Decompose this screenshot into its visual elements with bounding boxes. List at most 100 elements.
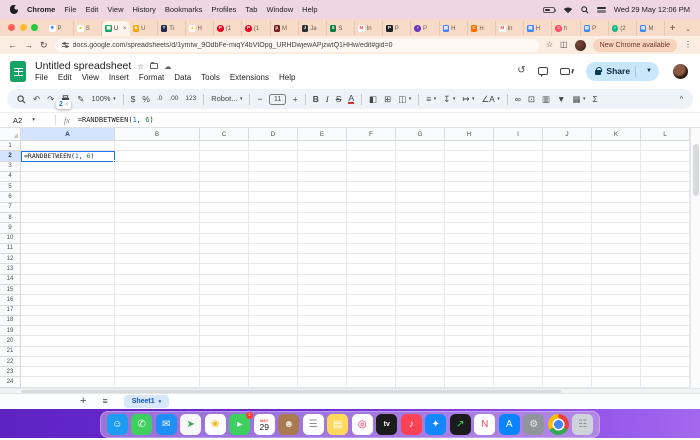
wifi-icon[interactable] <box>563 6 573 14</box>
browser-tab-14[interactable]: ●P <box>411 21 439 36</box>
cell-J17[interactable] <box>543 306 592 316</box>
cell-A10[interactable] <box>21 234 115 244</box>
sheets-menu-tools[interactable]: Tools <box>201 73 220 82</box>
toolbar-format-currency[interactable]: $ <box>131 95 136 104</box>
cell-F10[interactable] <box>347 234 396 244</box>
reload-button[interactable]: ↻ <box>40 41 48 50</box>
dock-calendar-icon[interactable]: MAY29 <box>254 414 275 435</box>
cell-F6[interactable] <box>347 192 396 202</box>
column-header-D[interactable]: D <box>249 128 298 141</box>
browser-tab-17[interactable]: MIn <box>496 21 524 36</box>
cell-L4[interactable] <box>641 172 690 182</box>
browser-tab-8[interactable]: P(1 <box>242 21 270 36</box>
sheets-menu-file[interactable]: File <box>35 73 48 82</box>
toolbar-functions[interactable]: Σ <box>593 95 598 104</box>
cell-A14[interactable] <box>21 275 115 285</box>
cell-I14[interactable] <box>494 275 543 285</box>
cell-A2[interactable]: =RANDBETWEEN(1, 6) <box>21 151 115 161</box>
menubar-datetime[interactable]: Wed 29 May 12:06 PM <box>614 5 690 14</box>
column-header-B[interactable]: B <box>115 128 200 141</box>
star-document-icon[interactable]: ☆ <box>137 62 144 71</box>
cell-F19[interactable] <box>347 326 396 336</box>
cell-L14[interactable] <box>641 275 690 285</box>
cell-H11[interactable] <box>445 244 494 254</box>
cell-I17[interactable] <box>494 306 543 316</box>
account-avatar[interactable] <box>671 62 690 81</box>
row-header-6[interactable]: 6 <box>0 192 21 202</box>
row-header-20[interactable]: 20 <box>0 336 21 346</box>
cell-C2[interactable] <box>200 151 249 161</box>
cell-E16[interactable] <box>298 295 347 305</box>
cell-B21[interactable] <box>115 347 200 357</box>
cell-G14[interactable] <box>396 275 445 285</box>
tab-close-icon[interactable]: × <box>123 25 127 32</box>
cell-C4[interactable] <box>200 172 249 182</box>
row-header-21[interactable]: 21 <box>0 347 21 357</box>
cell-G3[interactable] <box>396 162 445 172</box>
browser-tab-13[interactable]: PP <box>383 21 411 36</box>
toolbar-create-filter[interactable]: ▼ <box>557 95 565 104</box>
cell-B13[interactable] <box>115 264 200 274</box>
dock-finder-icon[interactable]: ☺ <box>107 414 128 435</box>
cell-A18[interactable] <box>21 316 115 326</box>
cell-G8[interactable] <box>396 213 445 223</box>
browser-tab-21[interactable]: ●(2 <box>609 21 637 36</box>
cell-F18[interactable] <box>347 316 396 326</box>
cell-C16[interactable] <box>200 295 249 305</box>
cell-J6[interactable] <box>543 192 592 202</box>
row-header-7[interactable]: 7 <box>0 203 21 213</box>
close-window-button[interactable] <box>8 24 15 31</box>
document-status-cloud-icon[interactable]: ☁ <box>164 62 172 71</box>
cell-J24[interactable] <box>543 377 592 387</box>
cell-G4[interactable] <box>396 172 445 182</box>
cell-I23[interactable] <box>494 367 543 377</box>
document-title[interactable]: Untitled spreadsheet <box>35 60 131 72</box>
cell-J16[interactable] <box>543 295 592 305</box>
cell-L9[interactable] <box>641 223 690 233</box>
cell-H22[interactable] <box>445 357 494 367</box>
cell-B18[interactable] <box>115 316 200 326</box>
cell-G10[interactable] <box>396 234 445 244</box>
cell-L18[interactable] <box>641 316 690 326</box>
cell-B7[interactable] <box>115 203 200 213</box>
cell-K18[interactable] <box>592 316 641 326</box>
browser-tab-10[interactable]: JJa <box>299 21 327 36</box>
menubar-item-history[interactable]: History <box>133 5 156 14</box>
cell-G6[interactable] <box>396 192 445 202</box>
cell-F3[interactable] <box>347 162 396 172</box>
dock-stocks-icon[interactable]: ↗ <box>450 414 471 435</box>
toolbar-insert-chart[interactable]: ▥ <box>542 95 550 104</box>
dropdown-caret-icon[interactable]: ▾ <box>453 97 456 102</box>
toolbar-decrease-font-size[interactable]: − <box>257 95 262 104</box>
dock-facetime-icon[interactable]: ▸1 <box>229 414 250 435</box>
row-header-5[interactable]: 5 <box>0 182 21 192</box>
cell-B9[interactable] <box>115 223 200 233</box>
cell-K13[interactable] <box>592 264 641 274</box>
menubar-app-name[interactable]: Chrome <box>27 5 55 14</box>
cell-I3[interactable] <box>494 162 543 172</box>
cell-L8[interactable] <box>641 213 690 223</box>
cell-I2[interactable] <box>494 151 543 161</box>
toolbar-fill-color[interactable]: ◧ <box>369 95 377 104</box>
sheets-menu-extensions[interactable]: Extensions <box>230 73 269 82</box>
browser-tab-18[interactable]: ▤H <box>524 21 552 36</box>
cell-E19[interactable] <box>298 326 347 336</box>
cell-J1[interactable] <box>543 141 592 151</box>
cell-J22[interactable] <box>543 357 592 367</box>
cell-C5[interactable] <box>200 182 249 192</box>
cell-A7[interactable] <box>21 203 115 213</box>
cell-F12[interactable] <box>347 254 396 264</box>
cell-L22[interactable] <box>641 357 690 367</box>
cell-H13[interactable] <box>445 264 494 274</box>
cell-J8[interactable] <box>543 213 592 223</box>
cell-I12[interactable] <box>494 254 543 264</box>
cell-G16[interactable] <box>396 295 445 305</box>
cell-F22[interactable] <box>347 357 396 367</box>
back-button[interactable]: ← <box>8 41 17 50</box>
cell-I8[interactable] <box>494 213 543 223</box>
add-sheet-button[interactable]: + <box>80 396 86 407</box>
column-header-I[interactable]: I <box>494 128 543 141</box>
cell-I19[interactable] <box>494 326 543 336</box>
cell-C23[interactable] <box>200 367 249 377</box>
cell-L7[interactable] <box>641 203 690 213</box>
